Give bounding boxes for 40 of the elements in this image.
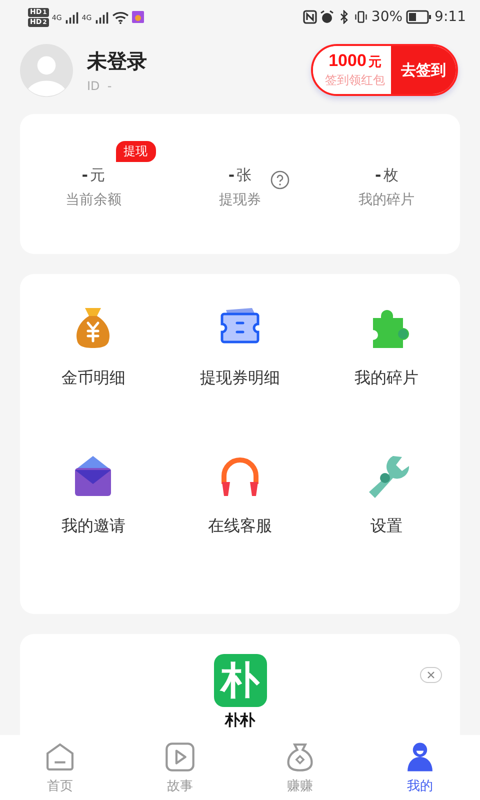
money-bag-icon xyxy=(284,740,316,772)
reward-amount: 1000元 xyxy=(328,51,382,72)
menu-label[interactable]: 金币明细 xyxy=(61,368,126,389)
app-notification-icon xyxy=(132,11,144,23)
stat-label[interactable]: 当前余额 xyxy=(65,190,122,208)
menu-label[interactable]: 在线客服 xyxy=(208,516,272,537)
menu-label[interactable]: 我的邀请 xyxy=(61,516,126,537)
reward-caption: 签到领红包 xyxy=(325,72,385,89)
menu-label[interactable]: 提现券明细 xyxy=(200,368,280,389)
play-icon xyxy=(164,740,196,772)
stat-value: -枚 xyxy=(375,166,398,184)
stat-value: -元 xyxy=(82,166,105,184)
signal-icon xyxy=(64,10,79,24)
help-icon[interactable] xyxy=(270,170,290,190)
close-icon[interactable] xyxy=(420,667,442,683)
stat-value: -张 xyxy=(228,166,252,184)
tab[interactable]: 我的 xyxy=(360,735,480,800)
nfc-icon xyxy=(303,10,318,24)
tab[interactable]: 首页 xyxy=(0,735,120,800)
app-logo[interactable]: 朴 xyxy=(214,654,266,707)
wifi-icon xyxy=(112,10,129,24)
stat-label[interactable]: 我的碎片 xyxy=(358,190,415,208)
signal-icon xyxy=(94,10,109,24)
user-id: ID - xyxy=(87,78,113,92)
battery-icon xyxy=(406,10,432,24)
alarm-icon xyxy=(320,10,334,24)
tab[interactable]: 故事 xyxy=(120,735,240,800)
home-icon xyxy=(44,740,76,772)
app-name: 朴朴 xyxy=(225,711,255,730)
user-name: 未登录 xyxy=(87,48,148,74)
menu-label[interactable]: 我的碎片 xyxy=(354,368,419,389)
battery-percent: 30% xyxy=(371,9,403,25)
sign-in-label: 去签到 xyxy=(391,46,456,94)
sign-in-button[interactable]: 1000元 签到领红包 去签到 xyxy=(311,44,458,96)
menu-label[interactable]: 设置 xyxy=(370,516,403,537)
vibrate-icon xyxy=(354,10,368,24)
withdraw-badge[interactable]: 提现 xyxy=(116,140,156,162)
stat-label[interactable]: 提现券 xyxy=(218,190,261,208)
clock: 9:11 xyxy=(434,9,466,25)
tab[interactable]: 赚赚 xyxy=(240,735,360,800)
